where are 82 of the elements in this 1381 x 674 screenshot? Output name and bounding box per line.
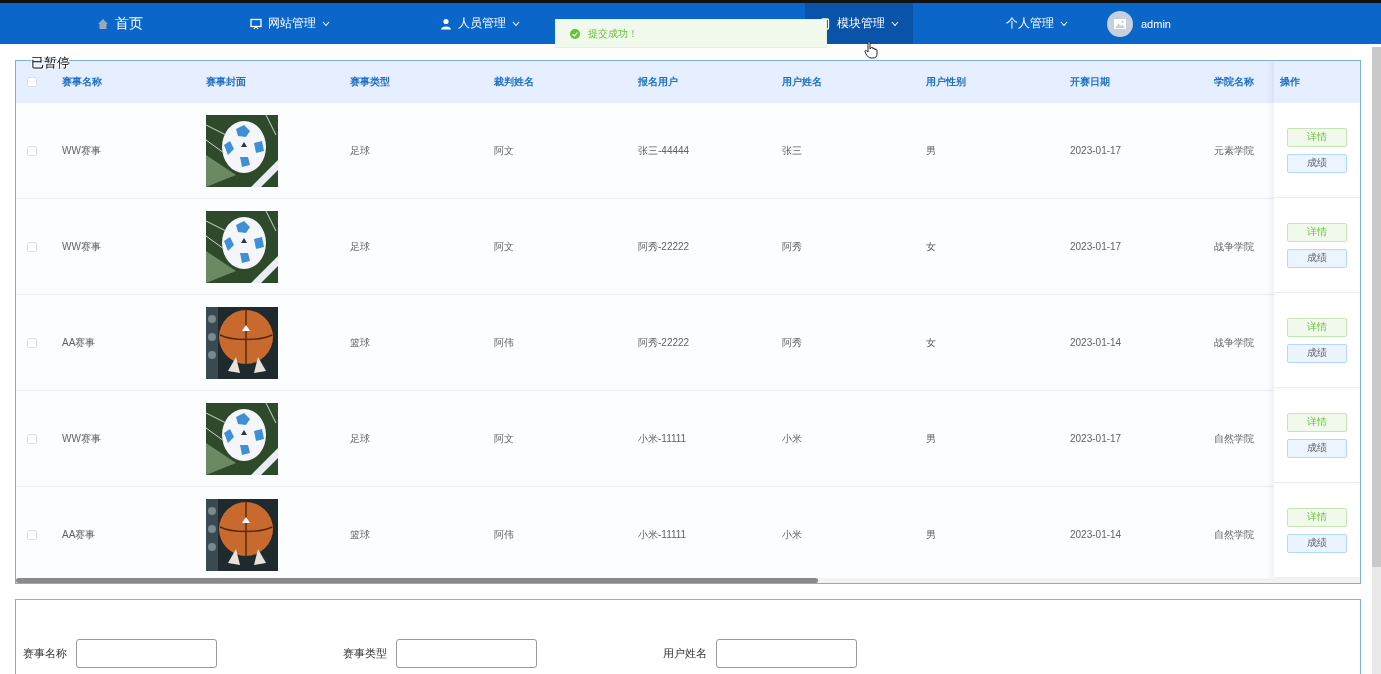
scrollbar-thumb[interactable] <box>16 578 818 583</box>
table-cell: 足球 <box>350 431 370 446</box>
score-button[interactable]: 成绩 <box>1287 533 1347 553</box>
table-cell: 2023-01-17 <box>1070 241 1122 252</box>
table-cell: 阿伟 <box>494 335 514 350</box>
input-field[interactable] <box>396 638 537 668</box>
input-field[interactable] <box>76 638 217 668</box>
input-field[interactable] <box>716 638 857 668</box>
score-button[interactable]: 成绩 <box>1287 153 1347 173</box>
field-label: 赛事名称 <box>23 645 67 661</box>
nav-item[interactable]: 网站管理 <box>230 3 350 44</box>
toast-message: 提交成功！ <box>588 26 638 41</box>
nav-item[interactable]: 个人管理 <box>977 3 1097 44</box>
check-circle-icon <box>570 28 580 39</box>
row-checkbox[interactable] <box>27 337 37 348</box>
column-header: 开赛日期 <box>1070 75 1110 89</box>
column-header: 操作 <box>1280 75 1300 89</box>
table-cell: 足球 <box>350 143 370 158</box>
score-button[interactable]: 成绩 <box>1287 248 1347 268</box>
avatar-icon <box>1107 10 1133 37</box>
table-cell: 阿秀-22222 <box>638 335 690 350</box>
table-cell: 张三-44444 <box>638 143 690 158</box>
table-cell: 篮球 <box>350 527 370 542</box>
table-cell: 自然学院 <box>1214 431 1254 446</box>
hand-cursor-icon <box>864 41 878 59</box>
home-icon <box>97 17 109 30</box>
column-header: 赛事类型 <box>350 75 390 89</box>
table-cell: WW赛事 <box>62 239 101 254</box>
table-cell: 足球 <box>350 239 370 254</box>
monitor-icon <box>250 17 262 30</box>
table-cell: 张三 <box>782 143 802 158</box>
table-cell: 小米 <box>782 431 802 446</box>
row-checkbox[interactable] <box>27 529 37 540</box>
table-cell: 战争学院 <box>1214 335 1254 350</box>
table-cell: 阿文 <box>494 143 514 158</box>
table-cell: 篮球 <box>350 335 370 350</box>
table-cell: 2023-01-14 <box>1070 529 1122 540</box>
table-cell: 小米-11111 <box>638 527 687 542</box>
row-checkbox[interactable] <box>27 145 37 156</box>
table-cell: 阿伟 <box>494 527 514 542</box>
table-cell: 2023-01-14 <box>1070 337 1122 348</box>
table-cell: AA赛事 <box>62 335 96 350</box>
column-header: 裁判姓名 <box>494 75 534 89</box>
column-header: 用户性别 <box>926 75 966 89</box>
table-cell: 男 <box>926 431 936 446</box>
score-button[interactable]: 成绩 <box>1287 343 1347 363</box>
select-all-checkbox[interactable] <box>27 77 37 87</box>
table-cell: 阿文 <box>494 431 514 446</box>
paused-label: 已暂停 <box>31 54 70 72</box>
table-cell: WW赛事 <box>62 431 101 446</box>
table-cell: 阿文 <box>494 239 514 254</box>
table-cell: 女 <box>926 335 936 350</box>
table-cell: 男 <box>926 527 936 542</box>
table-cell: 女 <box>926 239 936 254</box>
table-cell: WW赛事 <box>62 143 101 158</box>
column-header: 赛事名称 <box>62 75 102 89</box>
table-cell: 2023-01-17 <box>1070 433 1122 444</box>
nav-item[interactable]: 首页 <box>60 3 180 44</box>
table-cell: 阿秀 <box>782 335 802 350</box>
table-cell: 2023-01-17 <box>1070 145 1122 156</box>
row-checkbox[interactable] <box>27 241 37 252</box>
score-button[interactable]: 成绩 <box>1287 438 1347 458</box>
column-header: 学院名称 <box>1214 75 1254 89</box>
row-checkbox[interactable] <box>27 433 37 444</box>
column-header: 赛事封面 <box>206 75 246 89</box>
table-cell: 男 <box>926 143 936 158</box>
field-label: 赛事类型 <box>343 645 387 661</box>
table-cell: 自然学院 <box>1214 527 1254 542</box>
table-cell: 阿秀 <box>782 239 802 254</box>
table-cell: 元素学院 <box>1214 143 1254 158</box>
table-cell: 小米-11111 <box>638 431 687 446</box>
user-name[interactable]: admin <box>1141 17 1171 30</box>
column-header: 报名用户 <box>638 75 678 89</box>
table-cell: 小米 <box>782 527 802 542</box>
table-cell: 战争学院 <box>1214 239 1254 254</box>
person-icon <box>440 17 452 30</box>
field-label: 用户姓名 <box>663 645 707 661</box>
scrollbar-thumb[interactable] <box>1372 47 1381 567</box>
column-header: 用户姓名 <box>782 75 822 89</box>
nav-item[interactable]: 人员管理 <box>420 3 540 44</box>
table-cell: AA赛事 <box>62 527 96 542</box>
table-cell: 阿秀-22222 <box>638 239 690 254</box>
